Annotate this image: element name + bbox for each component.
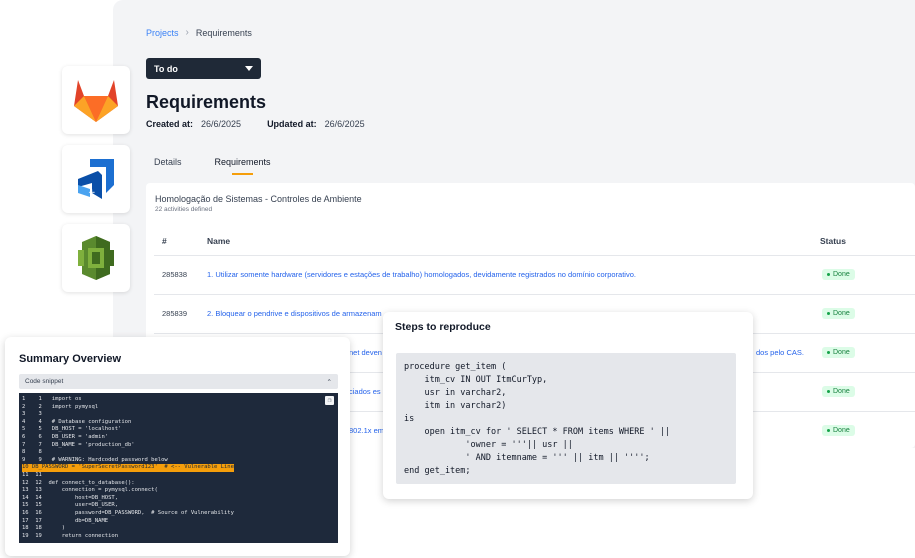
status-badge: Done [822,347,855,358]
code-line: 16 16 password=DB_PASSWORD, # Source of … [22,509,234,516]
svg-text:+: + [88,188,96,198]
row-name-link[interactable]: 2. Bloquear o pendrive e dispositivos de… [207,309,382,318]
row-name-link[interactable]: 802.1x em [349,426,384,435]
dot-icon [827,312,830,315]
status-badge: Done [822,386,855,397]
azure-devops-tile[interactable]: + [62,145,130,213]
code-snippet: ❐ 1 1 import os 2 2 import pymysql 3 3 4… [19,393,338,543]
column-header-id: # [162,236,167,246]
code-line: 18 18 ) [22,525,66,532]
code-line: 14 14 host=DB_HOST, [22,494,119,501]
status-badge: Done [822,425,855,436]
column-header-name: Name [207,236,231,246]
code-line: procedure get_item ( [404,362,507,372]
tab-details[interactable]: Details [146,155,190,177]
caret-down-icon [245,66,253,71]
summary-title: Summary Overview [19,353,122,365]
created-at: Created at: 26/6/2025 [146,119,241,129]
code-line-wrap: 10 DB_PASSWORD = 'SuperSecretPassword123… [22,464,338,472]
breadcrumb-projects-link[interactable]: Projects [146,28,179,38]
card-title: Homologação de Sistemas - Controles de A… [155,194,362,204]
updated-at: Updated at: 26/6/2025 [267,119,365,129]
code-line: 1 1 import os [22,396,82,402]
tab-bar: Details Requirements [146,155,279,177]
row-id: 285839 [162,309,188,318]
code-line: 5 5 DB_HOST = 'localhost' [22,426,122,433]
code-line: is [404,414,415,424]
code-line: ' AND itemname = ''' || itm || ''''; [404,453,650,463]
aws-codecommit-icon [78,236,114,280]
code-snippet-toggle[interactable]: Code snippet ⌃ [19,374,338,389]
row-name-link[interactable]: 1. Utilizar somente hardware (servidores… [207,270,636,279]
status-badge-label: Done [833,349,850,356]
dot-icon [827,429,830,432]
code-line: usr in varchar2, [404,388,507,398]
code-snippet-label: Code snippet [25,378,64,385]
copy-icon[interactable]: ❐ [325,396,334,405]
breadcrumb-current: Requirements [195,27,252,38]
status-select-value: To do [154,63,178,74]
code-line: 9 9 # WARNING: Hardcoded password below [22,456,168,463]
status-select[interactable]: To do [146,58,261,79]
page-meta: Created at: 26/6/2025 Updated at: 26/6/202… [146,119,365,129]
gitlab-icon [74,80,118,122]
row-name-link[interactable]: net deven [349,348,382,357]
card-subtitle: 22 activities defined [155,206,213,213]
gitlab-tile[interactable] [62,66,130,134]
status-badge: Done [822,269,855,280]
azure-devops-icon: + [78,159,114,199]
code-line: itm in varchar2) [404,401,507,411]
row-id: 285838 [162,270,188,279]
created-value: 26/6/2025 [201,119,242,129]
status-badge-label: Done [833,310,850,317]
code-line: 2 2 import pymysql [22,403,99,410]
column-header-status: Status [820,236,846,246]
row-name-link-tail[interactable]: dos pelo CAS. [756,348,804,357]
summary-overview-panel: Summary Overview Code snippet ⌃ ❐ 1 1 im… [5,337,350,556]
code-line: 'owner = '''|| usr || [404,440,573,450]
code-line: 7 7 DB_NAME = 'production_db' [22,441,135,448]
tab-requirements[interactable]: Requirements [207,155,279,177]
breadcrumb: Projects › Requirements [146,27,252,38]
code-line: 13 13 connection = pymysql.connect( [22,487,158,494]
aws-codecommit-tile[interactable] [62,224,130,292]
page-title: Requirements [146,92,267,112]
code-line: itm_cv IN OUT ItmCurTyp, [404,375,548,385]
code-line: 4 4 # Database configuration [22,418,132,425]
status-badge-label: Done [833,271,850,278]
updated-value: 26/6/2025 [324,119,365,129]
steps-code-block: procedure get_item ( itm_cv IN OUT ItmCu… [396,353,736,484]
dot-icon [827,390,830,393]
code-line: 11 11 [22,471,42,478]
dot-icon [827,273,830,276]
code-line: 19 19 return connection [22,532,119,539]
status-badge-label: Done [833,388,850,395]
code-line: 17 17 db=DB_NAME [22,517,109,524]
dot-icon [827,351,830,354]
code-line: 12 12 def connect_to_database(): [22,479,135,486]
row-name-link[interactable]: ciados es [349,387,381,396]
code-line: 3 3 [22,411,42,418]
code-line: end get_item; [404,466,471,476]
steps-title: Steps to reproduce [395,321,491,333]
status-badge-label: Done [833,427,850,434]
code-line: open itm_cv for ' SELECT * FROM items WH… [404,427,671,437]
chevron-right-icon: › [185,27,189,38]
code-line: 6 6 DB_USER = 'admin' [22,433,109,440]
code-line: 15 15 user=DB_USER, [22,502,119,509]
status-badge: Done [822,308,855,319]
created-label: Created at: [146,119,194,129]
steps-to-reproduce-panel: Steps to reproduce procedure get_item ( … [383,312,753,499]
updated-label: Updated at: [267,119,317,129]
chevron-up-icon: ⌃ [326,378,332,386]
code-line: 8 8 [22,449,42,456]
table-row[interactable]: 285838 1. Utilizar somente hardware (ser… [154,255,915,295]
vulnerable-code-line: 10 DB_PASSWORD = 'SuperSecretPassword123… [22,464,234,472]
